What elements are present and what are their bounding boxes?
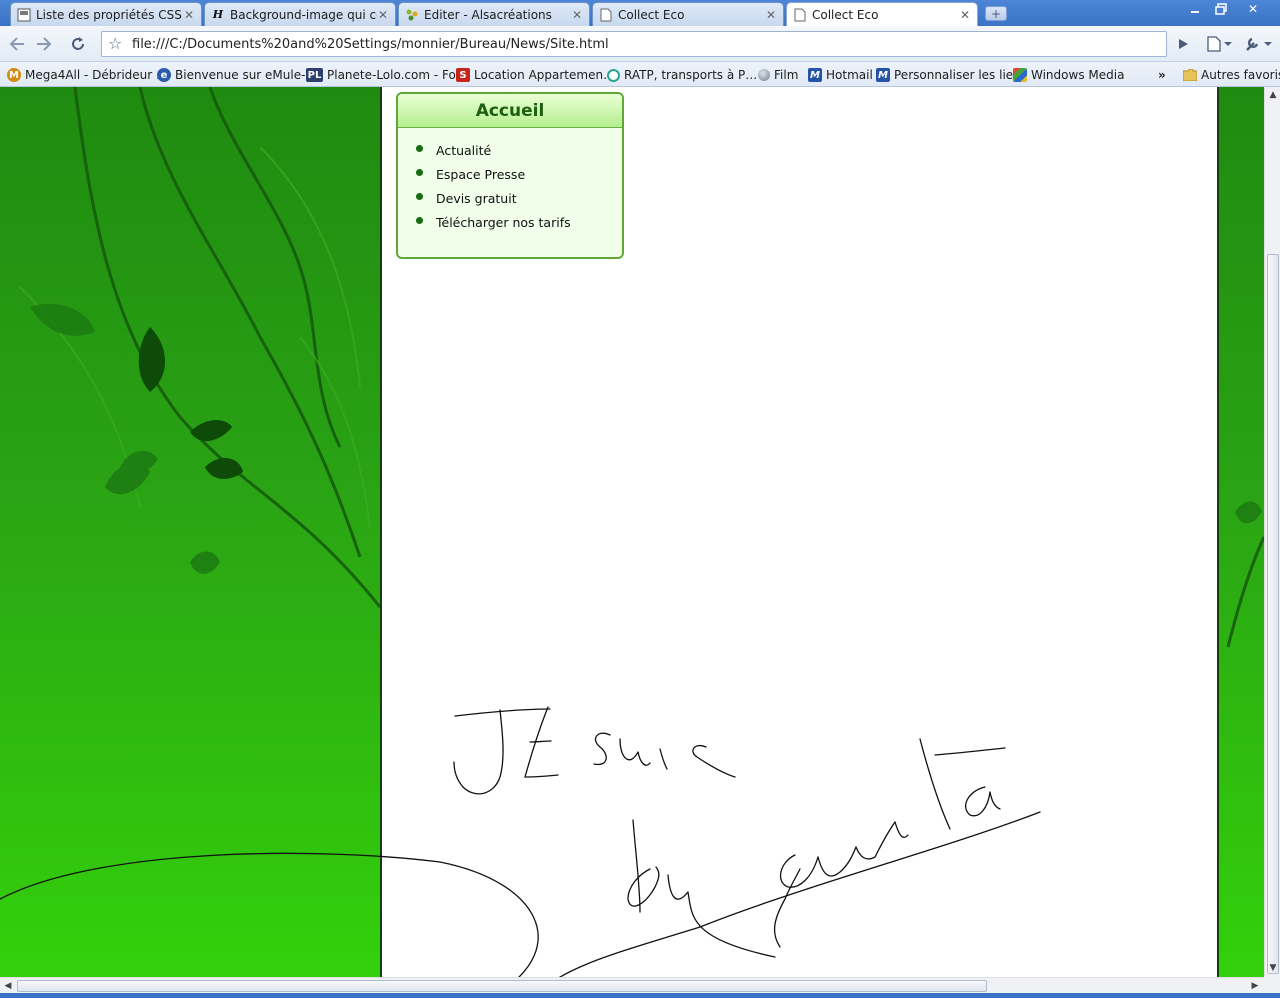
window-bottom-edge bbox=[0, 993, 1280, 998]
bullet-icon bbox=[416, 145, 423, 152]
bullet-icon bbox=[416, 169, 423, 176]
location-icon: S bbox=[456, 68, 470, 82]
page-menu-icon[interactable] bbox=[1204, 33, 1234, 55]
menu-item-label: Devis gratuit bbox=[436, 190, 517, 206]
menu-item-actualite[interactable]: Actualité bbox=[416, 138, 622, 162]
vertical-scroll-thumb[interactable] bbox=[1267, 254, 1279, 974]
msn-icon: M bbox=[876, 68, 890, 82]
forward-icon[interactable] bbox=[33, 33, 55, 55]
bookmark-ratp[interactable]: RATP, transports à P… bbox=[607, 66, 757, 84]
bookmark-label: Bienvenue sur eMule-… bbox=[175, 68, 318, 82]
restore-icon[interactable] bbox=[1208, 0, 1234, 18]
bookmarks-overflow-button[interactable]: » bbox=[1158, 66, 1166, 84]
minimize-icon[interactable] bbox=[1182, 0, 1208, 18]
tab-title: Liste des propriétés CSS bbox=[36, 7, 182, 22]
pl-icon: PL bbox=[306, 68, 323, 82]
menu-title: Accueil bbox=[398, 94, 622, 128]
mega4all-icon: M bbox=[7, 68, 21, 82]
close-tab-icon[interactable]: ✕ bbox=[765, 8, 777, 22]
bookmark-label: Windows Media bbox=[1031, 68, 1125, 82]
bookmark-other-folder[interactable]: Autres favoris bbox=[1183, 66, 1280, 84]
go-icon[interactable] bbox=[1172, 33, 1194, 55]
scroll-left-icon[interactable]: ◀ bbox=[1, 979, 15, 993]
tab-title: Collect Eco bbox=[618, 7, 685, 22]
bullet-icon bbox=[416, 193, 423, 200]
scroll-up-icon[interactable]: ▲ bbox=[1266, 88, 1280, 102]
close-tab-icon[interactable]: ✕ bbox=[571, 8, 583, 22]
bookmark-label: Mega4All - Débrideur … bbox=[25, 68, 169, 82]
bookmarks-bar: M Mega4All - Débrideur … e Bienvenue sur… bbox=[0, 62, 1280, 87]
globe-icon bbox=[758, 69, 770, 81]
bookmark-mega4all[interactable]: M Mega4All - Débrideur … bbox=[7, 66, 168, 84]
folder-icon bbox=[1183, 68, 1197, 82]
bookmark-film[interactable]: Film bbox=[758, 66, 798, 84]
tab-css-properties[interactable]: Liste des propriétés CSS ✕ bbox=[10, 2, 202, 26]
bookmark-label: RATP, transports à P… bbox=[624, 68, 758, 82]
menu-item-devis-gratuit[interactable]: Devis gratuit bbox=[416, 186, 622, 210]
horizontal-scrollbar[interactable]: ◀ ▶ bbox=[0, 977, 1264, 993]
tab-strip: Liste des propriétés CSS ✕ H Background-… bbox=[0, 0, 1280, 26]
bookmark-label: Location Appartemen… bbox=[474, 68, 616, 82]
scroll-down-icon[interactable]: ▼ bbox=[1266, 961, 1280, 975]
scroll-right-icon[interactable]: ▶ bbox=[1248, 979, 1262, 993]
content-area: Accueil Actualité Espace Presse Devis gr… bbox=[380, 87, 1219, 977]
bookmark-label: Film bbox=[774, 68, 799, 82]
menu-item-label: Télécharger nos tarifs bbox=[436, 214, 571, 230]
ratp-icon bbox=[607, 68, 620, 82]
tab-background-image[interactable]: H Background-image qui couv… ✕ bbox=[204, 2, 396, 26]
menu-item-telecharger-tarifs[interactable]: Télécharger nos tarifs bbox=[416, 210, 622, 234]
page-icon bbox=[17, 8, 31, 22]
page-viewport: Accueil Actualité Espace Presse Devis gr… bbox=[0, 87, 1264, 977]
msn-icon: M bbox=[808, 68, 822, 82]
close-tab-icon[interactable]: ✕ bbox=[183, 8, 195, 22]
menu-item-label: Espace Presse bbox=[436, 166, 526, 182]
star-icon[interactable]: ☆ bbox=[108, 34, 122, 53]
horizontal-scroll-thumb[interactable] bbox=[17, 980, 987, 992]
bookmark-personnaliser[interactable]: M Personnaliser les liens bbox=[876, 66, 1027, 84]
address-bar[interactable]: ☆ file:///C:/Documents%20and%20Settings/… bbox=[101, 31, 1167, 57]
bookmark-emule[interactable]: e Bienvenue sur eMule-… bbox=[157, 66, 317, 84]
tab-title: Background-image qui couv… bbox=[230, 7, 377, 22]
bullet-icon bbox=[416, 217, 423, 224]
bookmark-location[interactable]: S Location Appartemen… bbox=[456, 66, 615, 84]
emule-icon: e bbox=[157, 68, 171, 82]
toolbar: ☆ file:///C:/Documents%20and%20Settings/… bbox=[0, 26, 1280, 62]
bookmark-planete-lolo[interactable]: PL Planete-Lolo.com - Fo… bbox=[306, 66, 468, 84]
bookmark-windows-media[interactable]: Windows Media bbox=[1013, 66, 1124, 84]
bookmark-hotmail[interactable]: M Hotmail bbox=[808, 66, 873, 84]
bookmark-label: Autres favoris bbox=[1201, 68, 1280, 82]
h-logo-icon: H bbox=[212, 8, 224, 21]
close-window-icon[interactable]: ✕ bbox=[1240, 0, 1266, 18]
tab-collect-eco-active[interactable]: Collect Eco ✕ bbox=[786, 2, 978, 26]
blank-page-icon bbox=[793, 8, 807, 22]
alsacreations-icon bbox=[405, 8, 419, 22]
url-text: file:///C:/Documents%20and%20Settings/mo… bbox=[132, 36, 609, 52]
menu-item-espace-presse[interactable]: Espace Presse bbox=[416, 162, 622, 186]
back-icon[interactable] bbox=[6, 33, 28, 55]
bookmark-label: Planete-Lolo.com - Fo… bbox=[327, 68, 468, 82]
menu-list: Actualité Espace Presse Devis gratuit Té… bbox=[398, 128, 622, 234]
blank-page-icon bbox=[599, 8, 613, 22]
windows-icon bbox=[1013, 68, 1027, 82]
close-tab-icon[interactable]: ✕ bbox=[959, 8, 971, 22]
new-tab-button[interactable]: + bbox=[985, 6, 1007, 21]
tab-collect-eco-1[interactable]: Collect Eco ✕ bbox=[592, 2, 784, 26]
tab-title: Editer - Alsacréations bbox=[424, 7, 552, 22]
tab-alsacreations[interactable]: Editer - Alsacréations ✕ bbox=[398, 2, 590, 26]
scrollbar-corner bbox=[1264, 977, 1280, 993]
vertical-scrollbar[interactable]: ▲ ▼ bbox=[1264, 87, 1280, 977]
wrench-icon[interactable] bbox=[1242, 33, 1274, 55]
reload-icon[interactable] bbox=[67, 33, 89, 55]
menu-item-label: Actualité bbox=[436, 142, 492, 158]
close-tab-icon[interactable]: ✕ bbox=[377, 8, 389, 22]
bookmark-label: Personnaliser les liens bbox=[894, 68, 1028, 82]
bookmark-label: Hotmail bbox=[826, 68, 873, 82]
nav-menu-box: Accueil Actualité Espace Presse Devis gr… bbox=[396, 92, 624, 259]
tab-title: Collect Eco bbox=[812, 7, 879, 22]
